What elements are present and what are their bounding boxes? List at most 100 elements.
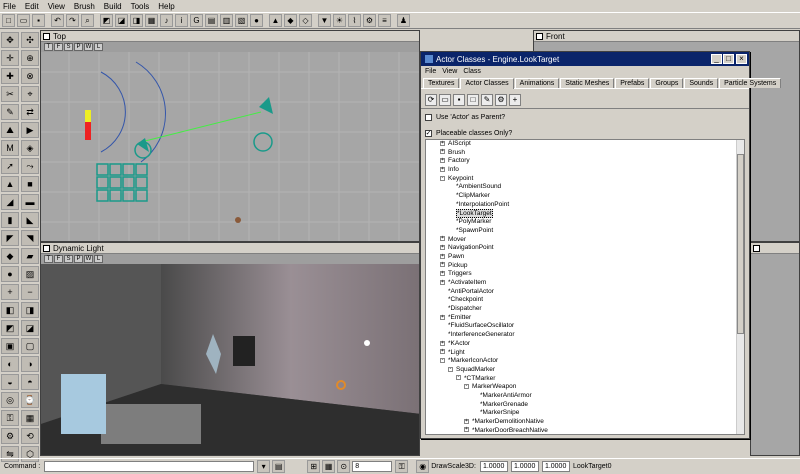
viewport-menu-icon[interactable] [43, 244, 50, 252]
play-level-icon[interactable]: ♟ [397, 14, 410, 27]
expand-icon[interactable]: + [440, 279, 445, 285]
drawscale-z-field[interactable]: 1.0000 [541, 461, 570, 472]
expand-icon[interactable]: + [440, 262, 445, 268]
mesh-browser-icon[interactable]: ◨ [130, 14, 143, 27]
lock-icon[interactable]: ⚿ [395, 460, 409, 473]
dialog-menu-view[interactable]: View [442, 68, 457, 75]
texture-pan-icon[interactable]: ⇄ [21, 104, 39, 120]
tree-item[interactable]: + Mover [426, 236, 744, 245]
drawscale-x-field[interactable]: 1.0000 [479, 461, 508, 472]
dialog-menu-class[interactable]: Class [463, 68, 481, 75]
viewport-top[interactable]: Top TFSPWL [40, 30, 420, 242]
close-icon[interactable]: × [736, 54, 747, 64]
select-inside-icon[interactable]: ◒ [1, 374, 19, 390]
edit-script-icon[interactable]: ✎ [481, 94, 493, 106]
hide-selected-icon[interactable]: ◑ [21, 356, 39, 372]
add-brush-icon[interactable]: + [1, 284, 19, 300]
sphere-icon[interactable]: ● [1, 266, 19, 282]
menu-brush[interactable]: Brush [74, 2, 95, 11]
tab-groups[interactable]: Groups [650, 78, 684, 88]
sound-browser-icon[interactable]: ♪ [160, 14, 173, 27]
expand-icon[interactable]: + [440, 236, 445, 242]
viewport-dynamic-light[interactable]: Dynamic Light TFSPWL [40, 242, 420, 456]
info-icon[interactable]: i [175, 14, 188, 27]
open-icon[interactable]: ▭ [439, 94, 451, 106]
collapse-icon[interactable]: - [464, 384, 469, 390]
spiral-icon[interactable]: ◣ [21, 212, 39, 228]
brush-clip-icon[interactable]: ✂ [1, 86, 19, 102]
minimize-icon[interactable]: _ [711, 54, 722, 64]
deintersect-icon[interactable]: ◨ [21, 302, 39, 318]
search-icon[interactable]: ⌕ [81, 14, 94, 27]
tree-item[interactable]: *SpawnPoint [426, 227, 744, 236]
tree-item[interactable]: + *Light [426, 349, 744, 358]
tree-item[interactable]: + Pickup [426, 262, 744, 271]
rotate-icon[interactable]: ✛ [1, 50, 19, 66]
new-class-icon[interactable]: + [509, 94, 521, 106]
tab-particle-systems[interactable]: Particle Systems [719, 78, 782, 88]
perspective-icon[interactable]: P [74, 43, 83, 51]
sheet-icon[interactable]: ▬ [21, 194, 39, 210]
dropdown-icon[interactable]: ▾ [257, 460, 271, 473]
scale-icon[interactable]: ⊕ [21, 50, 39, 66]
save-icon[interactable]: ▪ [453, 94, 465, 106]
texture-browser-icon[interactable]: ▦ [145, 14, 158, 27]
camera-speed-icon[interactable]: ⌚ [21, 392, 39, 408]
add-antiportal-icon[interactable]: ▢ [21, 338, 39, 354]
tree-item[interactable]: + NavigationPoint [426, 244, 744, 253]
tab-textures[interactable]: Textures [423, 78, 460, 88]
viewport-menu-icon[interactable] [43, 32, 50, 40]
expand-icon[interactable]: + [440, 149, 445, 155]
viewport-menu-icon[interactable] [753, 244, 760, 252]
tree-item[interactable]: + Brush [426, 149, 744, 158]
wireframe-icon[interactable]: W [84, 43, 93, 51]
collapse-icon[interactable]: - [456, 375, 461, 381]
expand-icon[interactable]: + [440, 158, 445, 164]
expand-icon[interactable]: + [440, 271, 445, 277]
build-geometry-icon[interactable]: ▼ [318, 14, 331, 27]
tree-item[interactable]: *ClipMarker [426, 192, 744, 201]
invert-selection-icon[interactable]: ◓ [21, 374, 39, 390]
rotate-grid-icon[interactable]: ⟲ [21, 428, 39, 444]
add-special-icon[interactable]: ◪ [21, 320, 39, 336]
intersect-icon[interactable]: ◧ [1, 302, 19, 318]
cone-icon[interactable]: ▲ [1, 176, 19, 192]
path-icon[interactable]: ⤳ [21, 158, 39, 174]
command-input[interactable] [44, 461, 255, 472]
tab-animations[interactable]: Animations [514, 78, 560, 88]
texture-icon[interactable]: ▧ [235, 14, 248, 27]
grid-icon[interactable]: ▤ [205, 14, 218, 27]
viewport-menu-icon[interactable] [536, 32, 543, 40]
menu-edit[interactable]: Edit [25, 2, 39, 11]
tree-item[interactable]: *LookTarget [426, 208, 744, 219]
warning-icon[interactable]: ▲ [269, 14, 282, 27]
collapse-icon[interactable]: - [440, 175, 445, 181]
class-tree[interactable]: + AIScript + Brush + Factory + Info - Keypoint *Am… [425, 139, 745, 435]
refresh-icon[interactable]: ⟳ [425, 94, 437, 106]
tree-item[interactable]: + *MarkerDemolitionNative [426, 418, 744, 427]
viewport-side[interactable] [750, 242, 800, 456]
expand-icon[interactable]: + [440, 245, 445, 251]
scroll-thumb[interactable] [737, 154, 744, 334]
tree-item[interactable]: + Pawn [426, 253, 744, 262]
stretch-icon[interactable]: ⊗ [21, 68, 39, 84]
expand-icon[interactable]: + [440, 140, 445, 146]
tree-item[interactable]: *AntiPortalActor [426, 288, 744, 297]
tree-item[interactable]: - SquadMarker [426, 366, 744, 375]
front-view-icon[interactable]: F [54, 43, 63, 51]
drawscale-icon[interactable]: ◉ [416, 460, 430, 473]
expand-icon[interactable]: + [440, 314, 445, 320]
menu-help[interactable]: Help [158, 2, 174, 11]
terrain-brush-icon[interactable]: ▨ [21, 266, 39, 282]
expand-icon[interactable]: + [440, 349, 445, 355]
matinee-icon[interactable]: ◆ [284, 14, 297, 27]
movie-icon[interactable]: M [1, 140, 19, 156]
expand-icon[interactable]: + [464, 418, 469, 424]
tab-sounds[interactable]: Sounds [684, 78, 719, 88]
side-view-icon[interactable]: S [64, 255, 73, 263]
staircase-icon[interactable]: ◢ [1, 194, 19, 210]
actor-browser-icon[interactable]: ◩ [100, 14, 113, 27]
tree-item[interactable]: + Factory [426, 157, 744, 166]
log-icon[interactable]: ▤ [272, 460, 286, 473]
prefs-icon[interactable]: ⚙ [1, 428, 19, 444]
